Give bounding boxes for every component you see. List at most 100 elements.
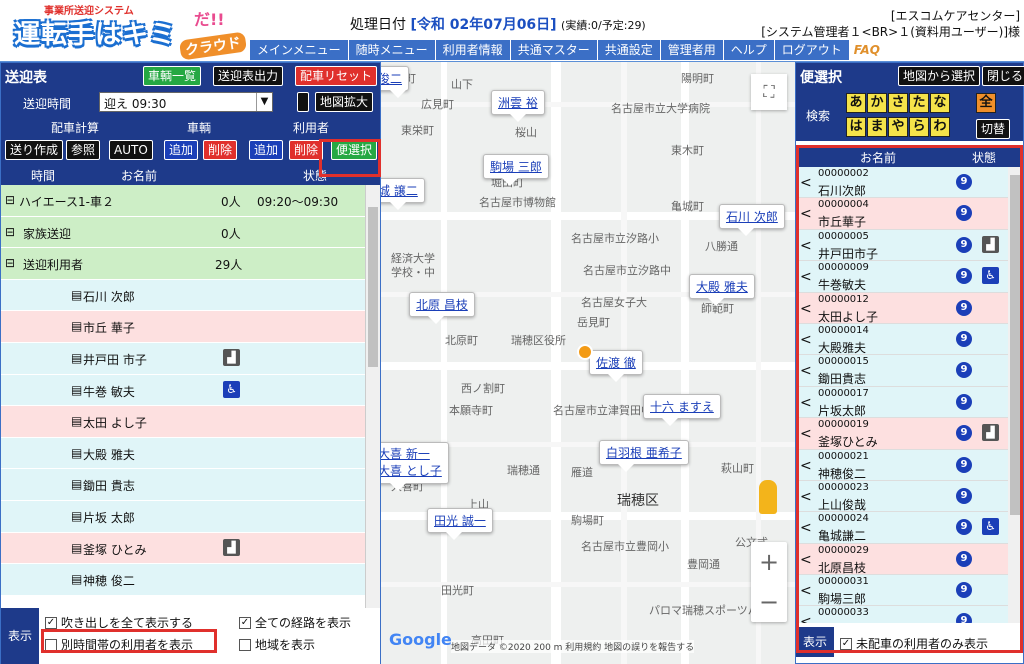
vehicle-row[interactable]: ⊟ ハイエース1-車２ 0人 09:20〜09:30 xyxy=(1,185,365,217)
table-row[interactable]: ▤ 神穂 俊二 xyxy=(1,564,365,596)
show-all-routes-checkbox[interactable]: ✓ 全ての経路を表示 xyxy=(239,614,351,631)
menu-anytime[interactable]: 随時メニュー xyxy=(348,40,436,60)
create-return-button[interactable]: 送り作成 xyxy=(5,140,64,160)
user-bubble[interactable]: 石川 次郎 xyxy=(719,204,785,236)
map-label: 本願寺町 xyxy=(449,404,493,417)
select-from-map-button[interactable]: 地図から選択 xyxy=(898,66,981,86)
add-vehicle-button[interactable]: 追加 xyxy=(164,140,199,160)
scrollbar-thumb[interactable] xyxy=(368,207,378,367)
time-select[interactable]: 迎え 09:30 ▼ xyxy=(99,92,273,112)
checkbox-checked-icon: ✓ xyxy=(239,616,251,629)
document-icon: ▤ xyxy=(71,350,83,365)
reset-dispatch-button[interactable]: 配車リセット xyxy=(295,66,378,86)
menu-logout[interactable]: ログアウト xyxy=(774,40,850,60)
delete-vehicle-button[interactable]: 削除 xyxy=(203,140,238,160)
company-info: [エスコムケアセンター] [システム管理者１<BR>１(資料用ユーザー)]様 xyxy=(761,8,1020,40)
map-zoom-button[interactable]: 地図拡大 xyxy=(315,92,374,112)
fullscreen-icon[interactable]: ⛶ xyxy=(751,74,787,110)
table-row[interactable]: ▤ 釜塚 ひとみ ▟ xyxy=(1,532,365,565)
map-label: 萩山町 xyxy=(721,462,754,475)
reference-button[interactable]: 参照 xyxy=(66,140,101,160)
highlight-frame xyxy=(41,629,217,653)
vehicle-row[interactable]: ⊟ 家族送迎 0人 xyxy=(1,216,365,249)
map-label: 陽明町 xyxy=(681,72,714,85)
auto-button[interactable]: AUTO xyxy=(109,140,153,160)
user-name: 片坂 太郎 xyxy=(83,510,135,525)
vehicle-name: 送迎利用者 xyxy=(23,258,84,273)
user-bubble[interactable]: 城 譲二 xyxy=(381,178,425,210)
user-bubble[interactable]: 十六 ますえ xyxy=(643,394,721,426)
col-time: 時間 xyxy=(31,169,56,183)
menu-common-settings[interactable]: 共通設定 xyxy=(597,40,661,60)
all-button[interactable]: 全 xyxy=(976,93,996,113)
vehicle-list-button[interactable]: 車輌一覧 xyxy=(143,66,202,86)
user-name: 鋤田 貴志 xyxy=(83,479,135,494)
delete-user-button[interactable]: 削除 xyxy=(289,140,324,160)
user-bubble[interactable]: 俊二 xyxy=(381,66,410,98)
menu-help[interactable]: ヘルプ xyxy=(723,40,775,60)
processing-date-value: [令和 02年07月06日] xyxy=(410,17,557,33)
zoom-out-button[interactable]: − xyxy=(751,582,787,622)
show-area-checkbox[interactable]: 地域を表示 xyxy=(239,636,315,653)
table-row[interactable]: ▤ 片坂 太郎 xyxy=(1,500,365,533)
menu-main[interactable]: メインメニュー xyxy=(250,40,349,60)
kana-ka-button[interactable]: か xyxy=(867,93,887,113)
kana-ha-button[interactable]: は xyxy=(846,117,866,137)
street-view-icon[interactable] xyxy=(759,480,777,514)
vehicle-time: 09:20〜09:30 xyxy=(257,195,339,209)
print-table-button[interactable]: 送迎表出力 xyxy=(213,66,284,86)
table-row[interactable]: ▤ 太田 よし子 xyxy=(1,406,365,438)
vehicle-name: 家族送迎 xyxy=(23,226,72,241)
document-icon: ▤ xyxy=(71,414,83,429)
user-bubble[interactable]: 洲雲 裕 xyxy=(491,90,545,122)
table-row[interactable]: ▤ 牛巻 敏夫 ♿ xyxy=(1,374,365,407)
kana-a-button[interactable]: あ xyxy=(846,93,866,113)
map-label: 東木町 xyxy=(671,144,704,157)
kana-ya-button[interactable]: や xyxy=(888,117,908,137)
vehicle-row[interactable]: ⊟ 送迎利用者 29人 xyxy=(1,248,365,280)
table-row[interactable]: ▤ 井戸田 市子 ▟ xyxy=(1,342,365,375)
table-row[interactable]: ▤ 石川 次郎 xyxy=(1,279,365,312)
switch-button[interactable]: 切替 xyxy=(976,119,1011,139)
user-name: 大殿 雅夫 xyxy=(83,447,135,462)
display-label: 表示 xyxy=(1,608,39,664)
transport-table-body: ⊟ ハイエース1-車２ 0人 09:20〜09:30 ⊟ 家族送迎 0人 ⊟ 送… xyxy=(1,185,365,608)
user-bubble[interactable]: 白羽根 亜希子 xyxy=(599,440,689,472)
map-label: 名古屋市立汐路中 xyxy=(583,264,671,277)
vehicle-count: 0人 xyxy=(221,195,241,209)
close-button[interactable]: 閉じる xyxy=(982,66,1024,86)
menu-user-info[interactable]: 利用者情報 xyxy=(435,40,511,60)
collapse-icon[interactable]: ⊟ xyxy=(5,256,15,270)
map-label: 岳見町 xyxy=(577,316,610,329)
kana-na-button[interactable]: な xyxy=(930,93,950,113)
menu-admin[interactable]: 管理者用 xyxy=(660,40,724,60)
chevron-down-icon: ▼ xyxy=(256,93,272,111)
kana-ma-button[interactable]: ま xyxy=(867,117,887,137)
table-row[interactable]: ▤ 市丘 華子 xyxy=(1,311,365,343)
user-bubble[interactable]: 駒場 三郎 xyxy=(483,154,549,186)
document-icon: ▤ xyxy=(71,572,83,587)
document-icon: ▤ xyxy=(71,540,83,555)
location-marker-icon[interactable] xyxy=(577,344,593,360)
menu-common-master[interactable]: 共通マスター xyxy=(510,40,598,60)
user-bubble[interactable]: 田光 誠一 xyxy=(427,508,493,540)
table-row[interactable]: ▤ 鋤田 貴志 xyxy=(1,469,365,501)
zoom-in-button[interactable]: + xyxy=(751,542,787,582)
table-row[interactable]: ▤ 大殿 雅夫 xyxy=(1,437,365,470)
add-user-button[interactable]: 追加 xyxy=(249,140,284,160)
collapse-icon[interactable]: ⊟ xyxy=(5,193,15,207)
kana-sa-button[interactable]: さ xyxy=(888,93,908,113)
user-bubble[interactable]: 佐渡 徹 xyxy=(589,350,643,382)
table-scrollbar[interactable] xyxy=(365,185,380,608)
kana-ta-button[interactable]: た xyxy=(909,93,929,113)
user-bubble[interactable]: 北原 昌枝 xyxy=(409,292,475,324)
user-bubble[interactable]: 大殿 雅夫 xyxy=(689,274,755,306)
app-logo[interactable]: 事業所送迎システム 運転手はキミ だ!! クラウド xyxy=(4,2,254,61)
kana-ra-button[interactable]: ら xyxy=(909,117,929,137)
color-toggle-button[interactable] xyxy=(297,92,309,112)
user-bubble[interactable]: 大喜 新一 大喜 とし子 xyxy=(381,442,449,491)
map-view[interactable]: 名古屋市立大学病院 広見町 瑞穂区役所 名古屋市博物館 名古屋市立汐路小 経済大… xyxy=(381,62,795,664)
faq-button[interactable]: FAQ xyxy=(849,40,885,60)
kana-wa-button[interactable]: わ xyxy=(930,117,950,137)
collapse-icon[interactable]: ⊟ xyxy=(5,225,15,239)
